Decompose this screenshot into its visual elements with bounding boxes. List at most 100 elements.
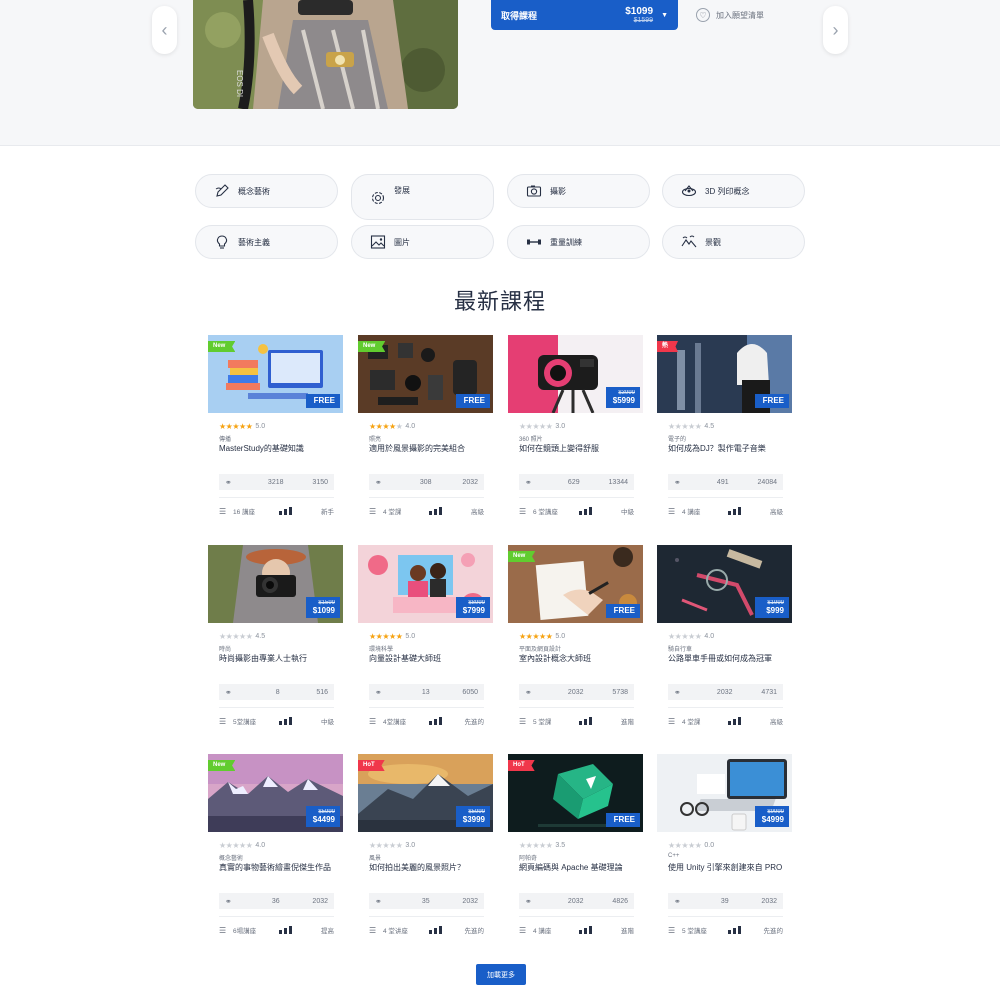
- level-bar: [584, 509, 587, 515]
- course-thumbnail[interactable]: $1999 $999: [657, 545, 792, 623]
- course-thumbnail[interactable]: HoT FREE: [508, 754, 643, 832]
- level-bars-icon: [429, 507, 459, 515]
- course-level: 先進的: [763, 928, 784, 935]
- current-price: FREE: [613, 815, 635, 824]
- course-category[interactable]: 平面及網頁設計: [519, 644, 561, 653]
- course-thumbnail[interactable]: New FREE: [208, 335, 343, 413]
- course-category[interactable]: 風景: [369, 853, 381, 862]
- category-label: 重量訓練: [550, 237, 582, 247]
- course-category[interactable]: 360 照片: [519, 434, 543, 443]
- get-course-button[interactable]: 取得課程 $1099 $1599 ▼: [491, 0, 678, 30]
- course-category[interactable]: 騎自行車: [668, 644, 692, 653]
- rating-value: 4.5: [255, 633, 266, 640]
- course-card[interactable]: $1599 $1099 ★★★★★ 4.5 時尚 時尚攝影由專業人士執行 ⚭ 8 …: [208, 545, 343, 735]
- course-category[interactable]: 概念藝術: [219, 853, 243, 862]
- course-title[interactable]: 適用於風景攝影的完美組合: [369, 444, 484, 454]
- course-thumbnail[interactable]: New $5999 $4499: [208, 754, 343, 832]
- course-badge: HoT: [508, 760, 535, 771]
- category-artism[interactable]: 藝術主義: [195, 225, 338, 259]
- course-meta: ☰ 4 堂課 高級: [369, 506, 484, 517]
- load-more-button[interactable]: 加載更多: [476, 964, 526, 985]
- course-thumbnail[interactable]: $3999 $5999: [508, 335, 643, 413]
- course-category[interactable]: 阿帕奇: [519, 853, 537, 862]
- course-level: 提高: [321, 928, 334, 935]
- course-card[interactable]: $8999 $7999 ★★★★★ 5.0 環境科學 向量設計基礎大師班 ⚭ 13…: [358, 545, 493, 735]
- course-badge: New: [508, 551, 536, 562]
- students-count: 2032: [567, 688, 584, 696]
- course-card[interactable]: New $5999 $4499 ★★★★★ 4.0 概念藝術 真實的事物藝術繪畫倪傑…: [208, 754, 343, 944]
- course-title[interactable]: 使用 Unity 引擎來創建來自 PRO: [668, 863, 783, 873]
- carousel-next-button[interactable]: ›: [823, 6, 848, 54]
- rating-value: 3.5: [555, 842, 566, 849]
- category-concept-art[interactable]: 概念藝術: [195, 174, 338, 208]
- course-card[interactable]: HoT $5999 $3999 ★★★★★ 3.0 風景 如何拍出美麗的風景照片？ …: [358, 754, 493, 944]
- course-meta: ☰ 4 講座 高級: [668, 506, 783, 517]
- course-title[interactable]: 網頁編碼與 Apache 基礎理論: [519, 863, 634, 873]
- category-development[interactable]: 發展: [351, 174, 494, 220]
- course-stats: ⚭ 13 6050: [369, 684, 484, 700]
- divider: [668, 916, 783, 917]
- course-card[interactable]: $3999 $5999 ★★★★★ 3.0 360 照片 如何在鏡頭上變得舒服 ⚭…: [508, 335, 643, 525]
- category-3d-printing[interactable]: 3D 列印概念: [662, 174, 805, 208]
- level-bar: [439, 507, 442, 515]
- course-title[interactable]: 室內設計概念大師班: [519, 654, 634, 664]
- course-category[interactable]: 電子的: [668, 434, 686, 443]
- category-label: 圖片: [394, 237, 410, 247]
- divider: [369, 916, 484, 917]
- course-category[interactable]: 時尚: [219, 644, 231, 653]
- course-card[interactable]: New FREE ★★★★★ 5.0 傳播 MasterStudy的基礎知識 ⚭ …: [208, 335, 343, 525]
- course-category[interactable]: 傳播: [219, 434, 231, 443]
- students-count: 35: [421, 897, 430, 905]
- students-count: 13: [421, 688, 430, 696]
- lectures-count: 4 講座: [682, 509, 701, 516]
- course-category[interactable]: 環境科學: [369, 644, 393, 653]
- course-category[interactable]: 照亮: [369, 434, 381, 443]
- course-price: $1099 $1599: [625, 6, 653, 24]
- star-rating-icon: ★★★★★: [219, 632, 253, 641]
- list-icon: ☰: [219, 925, 227, 935]
- level-bar: [733, 928, 736, 934]
- users-icon: ⚭: [674, 896, 681, 906]
- course-card[interactable]: New FREE ★★★★★ 4.0 照亮 適用於風景攝影的完美組合 ⚭ 308 …: [358, 335, 493, 525]
- level-bar: [289, 717, 292, 725]
- course-rating: ★★★★★ 4.5: [668, 422, 714, 431]
- price-tag: FREE: [606, 604, 640, 618]
- students-count: 308: [419, 478, 432, 486]
- category-images[interactable]: 圖片: [351, 225, 494, 259]
- course-thumbnail[interactable]: $1599 $1099: [208, 545, 343, 623]
- course-level: 高級: [471, 509, 484, 516]
- course-thumbnail[interactable]: $9999 $4999: [657, 754, 792, 832]
- course-thumbnail[interactable]: HoT $5999 $3999: [358, 754, 493, 832]
- course-thumbnail[interactable]: 熱 FREE: [657, 335, 792, 413]
- course-title[interactable]: 如何成為DJ？製作電子音樂: [668, 444, 783, 454]
- category-photography[interactable]: 攝影: [507, 174, 650, 208]
- course-title[interactable]: 真實的事物藝術繪畫倪傑生作品: [219, 863, 334, 873]
- users-icon: ⚭: [225, 896, 232, 906]
- lectures-count: 4 堂課: [682, 719, 701, 726]
- course-card[interactable]: $9999 $4999 ★★★★★ 0.0 C++ 使用 Unity 引擎來創建來…: [657, 754, 792, 944]
- course-rating: ★★★★★ 0.0: [668, 841, 714, 850]
- course-title[interactable]: 如何拍出美麗的風景照片？: [369, 863, 484, 873]
- course-stats: ⚭ 629 13344: [519, 474, 634, 490]
- category-landscape[interactable]: 景觀: [662, 225, 805, 259]
- course-card[interactable]: New FREE ★★★★★ 5.0 平面及網頁設計 室內設計概念大師班 ⚭ 20…: [508, 545, 643, 735]
- course-card[interactable]: $1999 $999 ★★★★★ 4.0 騎自行車 公路單車手冊或如何成為冠軍 ⚭…: [657, 545, 792, 735]
- carousel-prev-button[interactable]: ‹: [152, 6, 177, 54]
- level-bar: [728, 721, 731, 725]
- category-weight-training[interactable]: 重量訓練: [507, 225, 650, 259]
- course-title[interactable]: 時尚攝影由專業人士執行: [219, 654, 334, 664]
- course-title[interactable]: MasterStudy的基礎知識: [219, 444, 334, 454]
- course-thumbnail[interactable]: New FREE: [358, 335, 493, 413]
- course-category[interactable]: C++: [668, 853, 679, 859]
- add-to-wishlist-link[interactable]: ♡ 加入願望清單: [696, 8, 764, 22]
- course-card[interactable]: 熱 FREE ★★★★★ 4.5 電子的 如何成為DJ？製作電子音樂 ⚭ 491 …: [657, 335, 792, 525]
- views-count: 5738: [612, 688, 628, 696]
- course-level: 中級: [621, 509, 634, 516]
- course-thumbnail[interactable]: $8999 $7999: [358, 545, 493, 623]
- course-title[interactable]: 公路單車手冊或如何成為冠軍: [668, 654, 783, 664]
- course-title[interactable]: 如何在鏡頭上變得舒服: [519, 444, 634, 454]
- course-title[interactable]: 向量設計基礎大師班: [369, 654, 484, 664]
- current-price: $7999: [462, 606, 485, 615]
- course-card[interactable]: HoT FREE ★★★★★ 3.5 阿帕奇 網頁編碼與 Apache 基礎理論 …: [508, 754, 643, 944]
- course-thumbnail[interactable]: New FREE: [508, 545, 643, 623]
